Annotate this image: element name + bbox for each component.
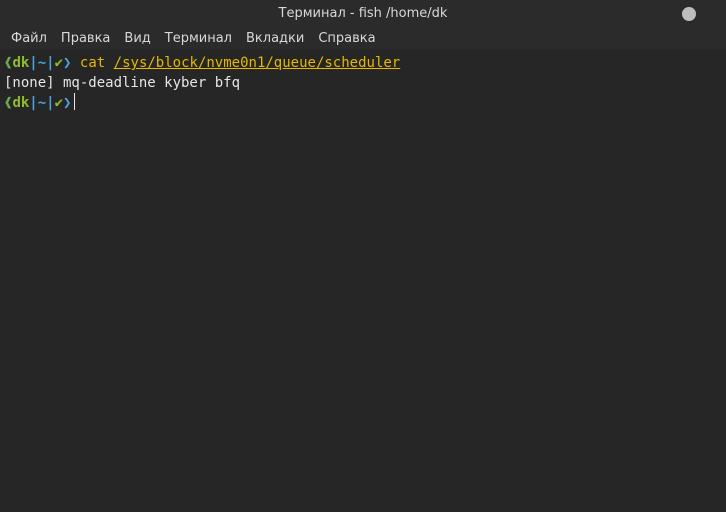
terminal-window: Терминал - fish /home/dk Файл Правка Вид… xyxy=(0,0,726,512)
menu-tabs[interactable]: Вкладки xyxy=(239,28,311,50)
prompt-arrow-icon: ❯ xyxy=(63,55,72,71)
shell-prompt: ❰dk|~|✔❯ xyxy=(4,95,71,111)
prompt-check-icon: ✔ xyxy=(54,55,64,71)
close-window-button[interactable] xyxy=(682,7,696,21)
prompt-directory: ~ xyxy=(37,55,47,71)
menu-edit[interactable]: Правка xyxy=(54,28,117,50)
prompt-separator: | xyxy=(46,95,55,111)
prompt-check-icon: ✔ xyxy=(54,95,64,111)
prompt-directory: ~ xyxy=(37,95,47,111)
current-prompt-line: ❰dk|~|✔❯ xyxy=(4,93,722,113)
prompt-user: dk xyxy=(12,95,30,111)
command-name: cat xyxy=(79,55,106,71)
text-cursor xyxy=(74,93,76,110)
prompt-separator: | xyxy=(29,55,38,71)
prompt-user: dk xyxy=(12,55,30,71)
menu-terminal[interactable]: Терминал xyxy=(158,28,239,50)
menu-file[interactable]: Файл xyxy=(4,28,54,50)
menu-bar: Файл Правка Вид Терминал Вкладки Справка xyxy=(0,28,726,50)
prompt-separator: | xyxy=(29,95,38,111)
terminal-area[interactable]: ❰dk|~|✔❯ cat /sys/block/nvme0n1/queue/sc… xyxy=(0,51,726,512)
command-output: [none] mq-deadline kyber bfq xyxy=(4,75,241,91)
shell-prompt: ❰dk|~|✔❯ xyxy=(4,55,71,71)
prompt-arrow-icon: ❯ xyxy=(63,95,72,111)
prompt-separator: | xyxy=(46,55,55,71)
command-argument-path[interactable]: /sys/block/nvme0n1/queue/scheduler xyxy=(114,55,401,71)
menu-view[interactable]: Вид xyxy=(117,28,157,50)
command-line: ❰dk|~|✔❯ cat /sys/block/nvme0n1/queue/sc… xyxy=(4,53,722,73)
title-bar[interactable]: Терминал - fish /home/dk xyxy=(0,0,726,28)
window-title: Терминал - fish /home/dk xyxy=(278,6,448,21)
menu-help[interactable]: Справка xyxy=(311,28,382,50)
